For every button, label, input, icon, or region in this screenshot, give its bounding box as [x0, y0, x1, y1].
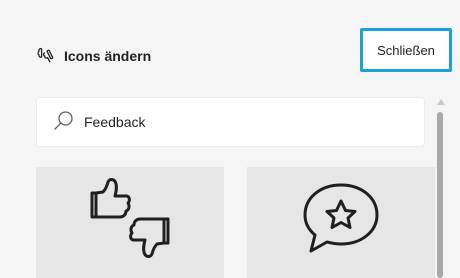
panel-title-text: Icons ändern	[64, 48, 152, 64]
thumbs-up-down-icon	[90, 178, 170, 258]
icon-result-tile[interactable]	[36, 167, 224, 278]
close-button[interactable]: Schließen	[360, 28, 452, 72]
panel-title: Icons ändern	[36, 44, 151, 68]
scrollbar-thumb[interactable]	[437, 112, 443, 278]
scroll-up-arrow-icon[interactable]	[436, 97, 446, 107]
search-field[interactable]	[37, 98, 424, 146]
icon-result-tile[interactable]	[247, 167, 435, 278]
search-icon	[53, 109, 75, 136]
change-icons-icon	[36, 45, 56, 68]
search-input[interactable]	[84, 114, 384, 130]
speech-bubble-star-icon	[303, 183, 379, 253]
